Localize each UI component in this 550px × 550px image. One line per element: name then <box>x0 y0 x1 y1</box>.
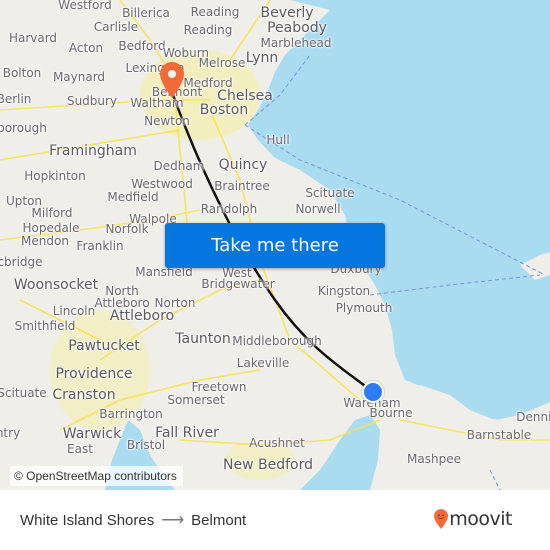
map-label: Taunton <box>175 331 231 347</box>
map-label: Freetown <box>191 380 247 394</box>
map-label: Maynard <box>52 70 106 84</box>
map-label: Somerset <box>167 393 225 407</box>
map-label: Westwood <box>131 177 193 191</box>
map-label: Bristol <box>126 438 166 452</box>
map-label: Lincoln <box>52 304 96 318</box>
moovit-pin-icon <box>434 509 449 529</box>
map-label: Marblehead <box>260 36 332 50</box>
map-label: Dennis <box>516 410 550 424</box>
map-label: Scituate <box>0 386 47 400</box>
map-label: Barnstable <box>466 428 532 442</box>
map-label: Peabody <box>267 20 327 36</box>
map-label: Quincy <box>218 157 268 173</box>
map-label: Woonsocket <box>13 277 99 293</box>
take-me-there-button[interactable]: Take me there <box>165 223 385 268</box>
map-label: Bolton <box>2 66 42 80</box>
map-label: Harvard <box>8 31 58 45</box>
map-label: Beverly <box>260 5 314 21</box>
map-label: Cranston <box>52 387 116 403</box>
origin-dot-icon[interactable] <box>362 381 384 403</box>
map-label: Berlin <box>0 92 32 106</box>
destination-pin-icon[interactable] <box>160 62 184 98</box>
map-label: Providence <box>55 366 133 382</box>
map-label: Acton <box>68 41 104 55</box>
map-label: Bedford <box>118 39 166 53</box>
map-label: Newton <box>144 114 190 128</box>
map-label: Bourne <box>369 406 413 420</box>
map-label: Plymouth <box>335 301 393 315</box>
map-label: Lynn <box>245 50 279 66</box>
attribution-text: © OpenStreetMap contributors <box>14 469 177 483</box>
map-attribution[interactable]: © OpenStreetMap contributors <box>10 466 183 486</box>
map-label: borough <box>0 121 47 135</box>
map[interactable]: Westford Billerica Reading Beverly Harvard Ca… <box>0 0 550 490</box>
map-label: Billerica <box>122 6 170 20</box>
destination-name: Belmont <box>191 511 247 529</box>
map-label: Bridgewater <box>201 277 275 291</box>
arrow-right-icon: ⟶ <box>161 512 185 529</box>
map-label: Framingham <box>49 143 137 159</box>
map-label: Lakeville <box>236 356 290 370</box>
map-label: Sudbury <box>66 94 118 108</box>
map-label: Smithfield <box>14 319 76 333</box>
buzzards-bay <box>300 415 380 490</box>
map-label: Reading <box>190 5 240 19</box>
map-label: Acushnet <box>249 436 305 450</box>
map-label: Mendon <box>21 234 69 248</box>
map-label: Barrington <box>99 407 163 421</box>
map-label: New Bedford <box>223 457 313 473</box>
map-label: Hull <box>266 133 290 147</box>
map-label: Norfolk <box>105 222 149 236</box>
map-label: Norwell <box>295 202 341 216</box>
map-label: Warwick <box>62 426 122 442</box>
brand-name: moovit <box>449 508 512 530</box>
map-label: cbridge <box>0 255 43 269</box>
map-label: Mashpee <box>407 452 461 466</box>
map-label: ntry <box>0 426 21 440</box>
map-label: East <box>67 442 93 456</box>
map-label: Middleborough <box>232 334 322 348</box>
map-label: Franklin <box>76 239 124 253</box>
map-label: Westford <box>58 0 112 12</box>
map-label: Pawtucket <box>68 338 140 354</box>
map-label: Hopkinton <box>24 169 86 183</box>
map-label: Randolph <box>200 202 258 216</box>
map-label: Medfield <box>107 190 159 204</box>
map-label: Attleboro <box>109 308 175 324</box>
map-label: Boston <box>199 102 249 118</box>
map-label: Reading <box>183 23 233 37</box>
map-label: Chelsea <box>217 88 273 104</box>
map-label: Carlisle <box>93 20 139 34</box>
moovit-logo[interactable]: moovit <box>434 508 512 530</box>
map-label: Braintree <box>214 179 270 193</box>
map-label: Milford <box>31 206 73 220</box>
footer: White Island Shores ⟶ Belmont moovit <box>0 490 550 550</box>
map-label: Dedham <box>153 159 205 173</box>
map-label: Kingston <box>317 284 371 298</box>
map-label: Hopedale <box>22 221 80 235</box>
route-summary: White Island Shores ⟶ Belmont <box>20 490 246 550</box>
origin-name: White Island Shores <box>20 511 155 529</box>
map-label: Melrose <box>198 56 246 70</box>
map-label: Scituate <box>305 186 355 200</box>
